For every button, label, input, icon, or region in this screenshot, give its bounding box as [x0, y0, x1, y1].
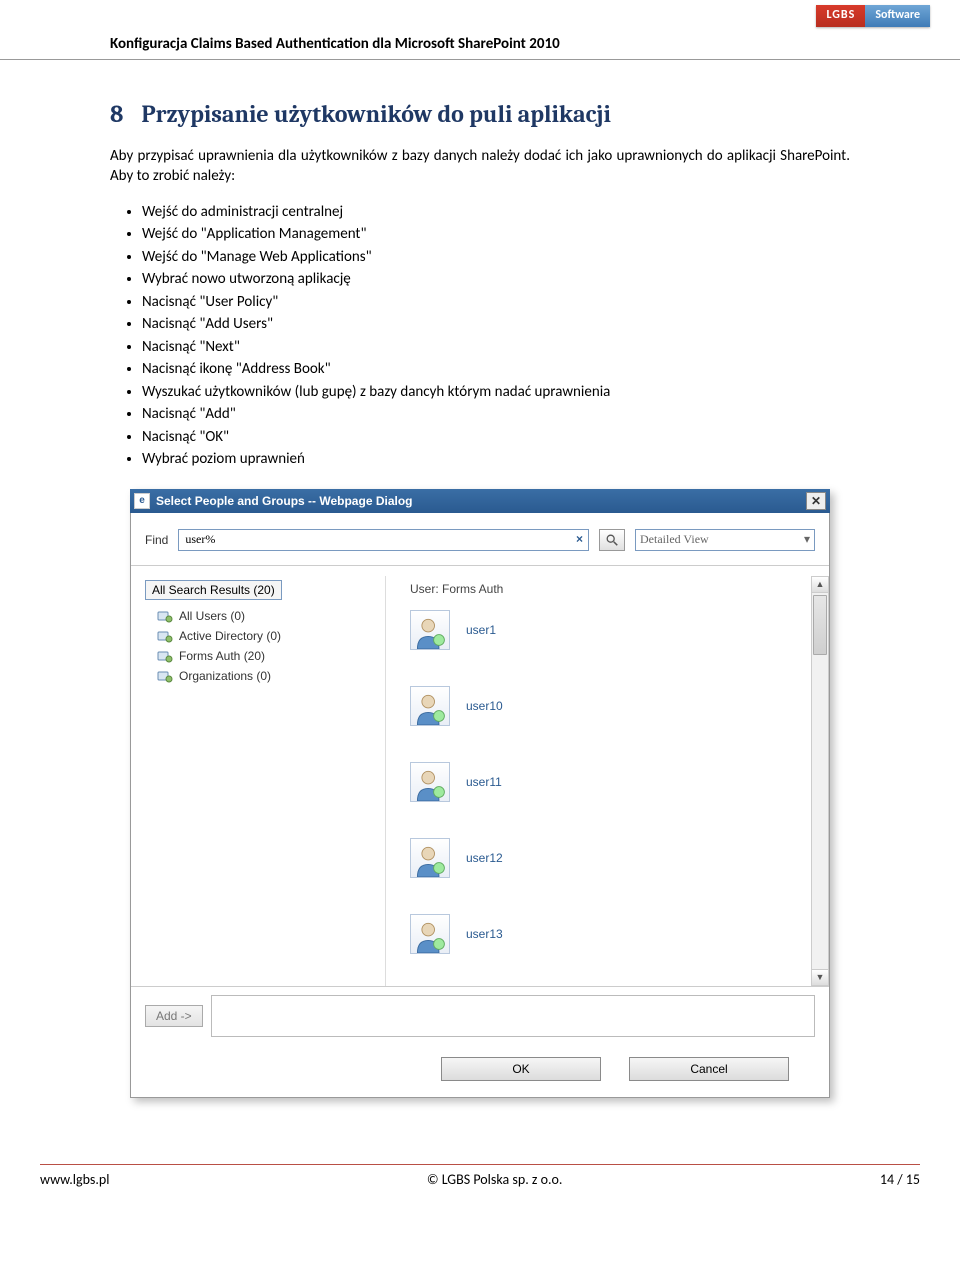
- tree-item-label: Forms Auth (20): [179, 649, 265, 663]
- dialog-window: e Select People and Groups -- Webpage Di…: [130, 489, 830, 1098]
- user-row[interactable]: user1: [410, 610, 807, 650]
- step-item: Wybrać poziom uprawnień: [142, 448, 850, 471]
- user-name: user10: [466, 699, 503, 713]
- user-icon: [410, 686, 450, 726]
- results-header: User: Forms Auth: [410, 582, 807, 596]
- step-item: Wybrać nowo utworzoną aplikację: [142, 268, 850, 291]
- footer-copyright: © LGBS Polska sp. z o.o.: [427, 1171, 563, 1188]
- add-button[interactable]: Add ->: [145, 1005, 203, 1027]
- user-name: user11: [466, 775, 502, 789]
- logo-left: LGBS: [816, 5, 865, 27]
- group-icon: [157, 649, 173, 663]
- step-item: Wejść do "Manage Web Applications": [142, 246, 850, 269]
- tree-item[interactable]: Active Directory (0): [145, 626, 385, 646]
- section-number: 8: [110, 100, 123, 128]
- view-select-value: Detailed View: [640, 532, 709, 547]
- section-title: Przypisanie użytkowników do puli aplikac…: [141, 100, 611, 128]
- user-name: user13: [466, 927, 503, 941]
- tree-item[interactable]: Organizations (0): [145, 666, 385, 686]
- dialog-titlebar[interactable]: e Select People and Groups -- Webpage Di…: [130, 489, 830, 513]
- chevron-down-icon: ▾: [804, 532, 810, 547]
- scroll-thumb[interactable]: [813, 595, 827, 655]
- ok-button[interactable]: OK: [441, 1057, 601, 1081]
- user-name: user12: [466, 851, 503, 865]
- step-item: Nacisnąć "Add": [142, 403, 850, 426]
- logo-right: Software: [865, 5, 930, 27]
- step-item: Nacisnąć "OK": [142, 426, 850, 449]
- tree-item-label: All Users (0): [179, 609, 245, 623]
- group-icon: [157, 629, 173, 643]
- user-icon: [410, 914, 450, 954]
- tree-item-label: Active Directory (0): [179, 629, 281, 643]
- step-item: Nacisnąć ikonę "Address Book": [142, 358, 850, 381]
- tree-item[interactable]: All Users (0): [145, 606, 385, 626]
- results-scrollbar[interactable]: ▲ ▼: [811, 576, 829, 986]
- find-label: Find: [145, 533, 168, 547]
- footer-page-number: 14 / 15: [880, 1171, 920, 1188]
- user-row[interactable]: user12: [410, 838, 807, 878]
- step-item: Wejść do "Application Management": [142, 223, 850, 246]
- intro-paragraph: Aby przypisać uprawnienia dla użytkownik…: [110, 146, 850, 187]
- selected-users-box[interactable]: [211, 995, 815, 1037]
- step-item: Nacisnąć "Add Users": [142, 313, 850, 336]
- document-header: Konfiguracja Claims Based Authentication…: [0, 35, 960, 60]
- scroll-up-icon[interactable]: ▲: [812, 577, 828, 593]
- user-row[interactable]: user10: [410, 686, 807, 726]
- user-row[interactable]: user11: [410, 762, 807, 802]
- footer-url: www.lgbs.pl: [40, 1171, 109, 1188]
- dialog-title: Select People and Groups -- Webpage Dial…: [156, 494, 806, 508]
- page-footer: www.lgbs.pl © LGBS Polska sp. z o.o. 14 …: [40, 1164, 920, 1188]
- step-item: Wyszukać użytkowników (lub gupę) z bazy …: [142, 381, 850, 404]
- user-row[interactable]: user13: [410, 914, 807, 954]
- step-item: Nacisnąć "Next": [142, 336, 850, 359]
- group-icon: [157, 669, 173, 683]
- ie-page-icon: e: [134, 493, 150, 509]
- step-list: Wejść do administracji centralnej Wejść …: [134, 201, 850, 471]
- user-icon: [410, 838, 450, 878]
- brand-logo: LGBS Software: [0, 0, 960, 27]
- step-item: Wejść do administracji centralnej: [142, 201, 850, 224]
- user-name: user1: [466, 623, 496, 637]
- magnifier-icon: [605, 533, 619, 547]
- find-input[interactable]: [178, 529, 589, 551]
- user-icon: [410, 610, 450, 650]
- tree-root[interactable]: All Search Results (20): [145, 580, 282, 600]
- scroll-down-icon[interactable]: ▼: [812, 969, 828, 985]
- view-select[interactable]: Detailed View ▾: [635, 529, 815, 551]
- step-item: Nacisnąć "User Policy": [142, 291, 850, 314]
- group-icon: [157, 609, 173, 623]
- tree-item[interactable]: Forms Auth (20): [145, 646, 385, 666]
- tree-item-label: Organizations (0): [179, 669, 271, 683]
- section-heading: 8 Przypisanie użytkowników do puli aplika…: [110, 100, 850, 128]
- search-button[interactable]: [599, 529, 625, 551]
- close-button[interactable]: ✕: [806, 492, 826, 510]
- cancel-button[interactable]: Cancel: [629, 1057, 789, 1081]
- clear-search-icon[interactable]: ×: [576, 532, 583, 546]
- user-icon: [410, 762, 450, 802]
- results-tree: All Search Results (20) All Users (0) A: [145, 576, 385, 986]
